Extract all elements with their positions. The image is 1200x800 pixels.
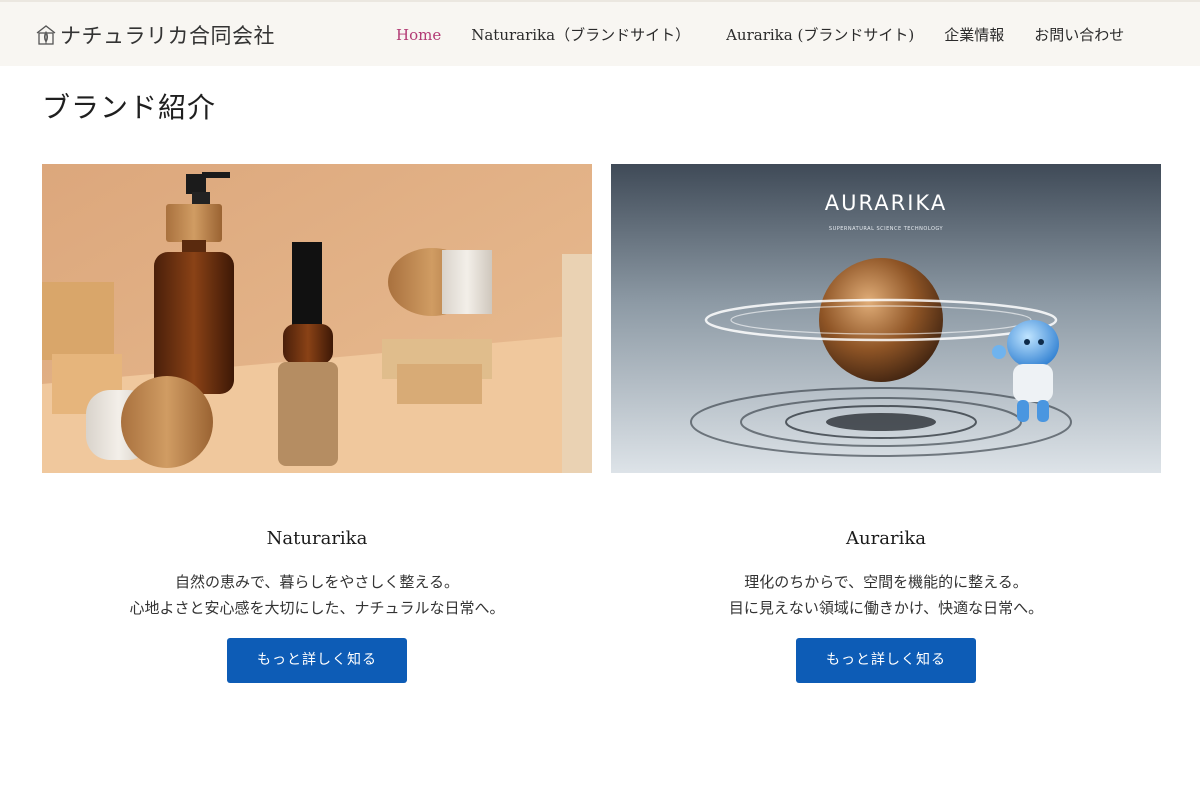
logo-text: ナチュラリカ合同会社 [60,24,275,48]
learn-more-button[interactable]: もっと詳しく知る [796,638,976,683]
nav-aurarika[interactable]: Aurarika (ブランドサイト) [726,24,914,45]
card-desc-line: 心地よさと安心感を大切にした、ナチュラルな日常へ。 [129,599,505,617]
main-nav: Home Naturarika（ブランドサイト） Aurarika (ブランドサ… [396,24,1124,45]
learn-more-button[interactable]: もっと詳しく知る [227,638,407,683]
cosmetic-bottles-photo [42,164,592,473]
aurarika-sphere-photo: AURARIKA SUPERNATURAL SCIENCE TECHNOLOGY [611,164,1161,473]
aurarika-card: Aurarika 理化のちからで、空間を機能的に整える。 目に見えない領域に働き… [611,528,1161,683]
site-logo[interactable]: ナチュラリカ合同会社 [34,20,275,50]
card-description: 自然の恵みで、暮らしをやさしく整える。 心地よさと安心感を大切にした、ナチュラル… [42,569,592,621]
page-title: ブランド紹介 [42,91,217,124]
card-desc-line: 自然の恵みで、暮らしをやさしく整える。 [175,573,459,591]
nav-contact[interactable]: お問い合わせ [1034,24,1124,45]
image-brand-text: AURARIKA [825,191,947,215]
aurarika-image[interactable]: AURARIKA SUPERNATURAL SCIENCE TECHNOLOGY [611,164,1161,473]
house-logo-icon [36,25,56,45]
site-header: ナチュラリカ合同会社 Home Naturarika（ブランドサイト） Aura… [0,0,1200,66]
nav-naturarika[interactable]: Naturarika（ブランドサイト） [471,24,690,45]
naturarika-image[interactable] [42,164,592,473]
card-description: 理化のちからで、空間を機能的に整える。 目に見えない領域に働きかけ、快適な日常へ… [611,569,1161,621]
card-desc-line: 目に見えない領域に働きかけ、快適な日常へ。 [728,599,1044,617]
card-desc-line: 理化のちからで、空間を機能的に整える。 [744,573,1028,591]
nav-company-info[interactable]: 企業情報 [944,24,1004,45]
card-title: Naturarika [266,528,368,549]
naturarika-card: Naturarika 自然の恵みで、暮らしをやさしく整える。 心地よさと安心感を… [42,528,592,683]
nav-home[interactable]: Home [396,26,441,44]
card-title: Aurarika [846,528,926,549]
image-tagline-text: SUPERNATURAL SCIENCE TECHNOLOGY [829,226,944,232]
